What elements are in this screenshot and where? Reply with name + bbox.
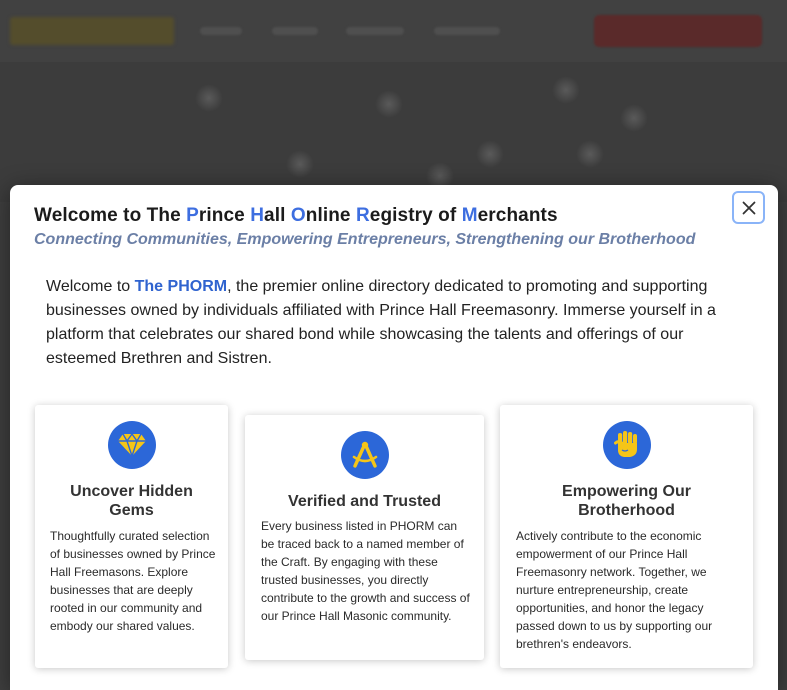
background-logo [10, 17, 174, 45]
intro-paragraph: Welcome to The PHORM, the premier online… [46, 275, 746, 371]
background-nav-link [200, 27, 242, 35]
background-decoration [375, 90, 403, 118]
close-icon [742, 201, 755, 214]
title-letter-o: O [290, 205, 306, 226]
title-text: nline [305, 205, 356, 226]
title-text: egistry of [369, 205, 462, 226]
background-decoration [620, 104, 648, 132]
background-nav-link [272, 27, 318, 35]
card-title: Uncover Hidden Gems [70, 483, 193, 519]
title-letter-h: H [250, 205, 265, 226]
background-nav-link [346, 27, 404, 35]
raised-fist-icon [603, 421, 651, 469]
title-text: all [264, 205, 291, 226]
modal-subtitle: Connecting Communities, Empowering Entre… [34, 231, 696, 248]
title-letter-p: P [186, 205, 199, 226]
title-letter-m: M [461, 205, 478, 226]
background-decoration [195, 84, 223, 112]
card-title: Empowering Our Brotherhood [562, 483, 691, 519]
feature-card-hidden-gems: Uncover Hidden Gems Thoughtfully curated… [35, 405, 228, 668]
brand-name: The PHORM [134, 278, 228, 295]
card-body: Thoughtfully curated selection of busine… [50, 529, 216, 633]
gem-icon [108, 421, 156, 469]
background-hero [0, 62, 787, 202]
feature-card-verified: Verified and Trusted Every business list… [245, 415, 484, 660]
feature-card-empowering: Empowering Our Brotherhood Actively cont… [500, 405, 753, 668]
title-text: Welcome to The [34, 205, 187, 226]
background-decoration [552, 76, 580, 104]
welcome-modal: Welcome to The Prince Hall Online Regist… [10, 185, 778, 690]
title-letter-r: R [355, 205, 370, 226]
intro-prefix: Welcome to [46, 278, 135, 295]
modal-title: Welcome to The Prince Hall Online Regist… [34, 205, 558, 227]
title-text: rince [198, 205, 251, 226]
compass-icon [341, 431, 389, 479]
background-cta-button [594, 15, 762, 47]
title-text: erchants [477, 205, 558, 226]
background-nav-link [434, 27, 500, 35]
card-body: Actively contribute to the economic empo… [516, 529, 713, 651]
card-body: Every business listed in PHORM can be tr… [261, 519, 470, 623]
background-navbar [0, 0, 787, 62]
card-title: Verified and Trusted [288, 493, 441, 510]
background-decoration [576, 140, 604, 168]
background-decoration [476, 140, 504, 168]
background-decoration [286, 150, 314, 178]
close-button[interactable] [732, 191, 765, 224]
